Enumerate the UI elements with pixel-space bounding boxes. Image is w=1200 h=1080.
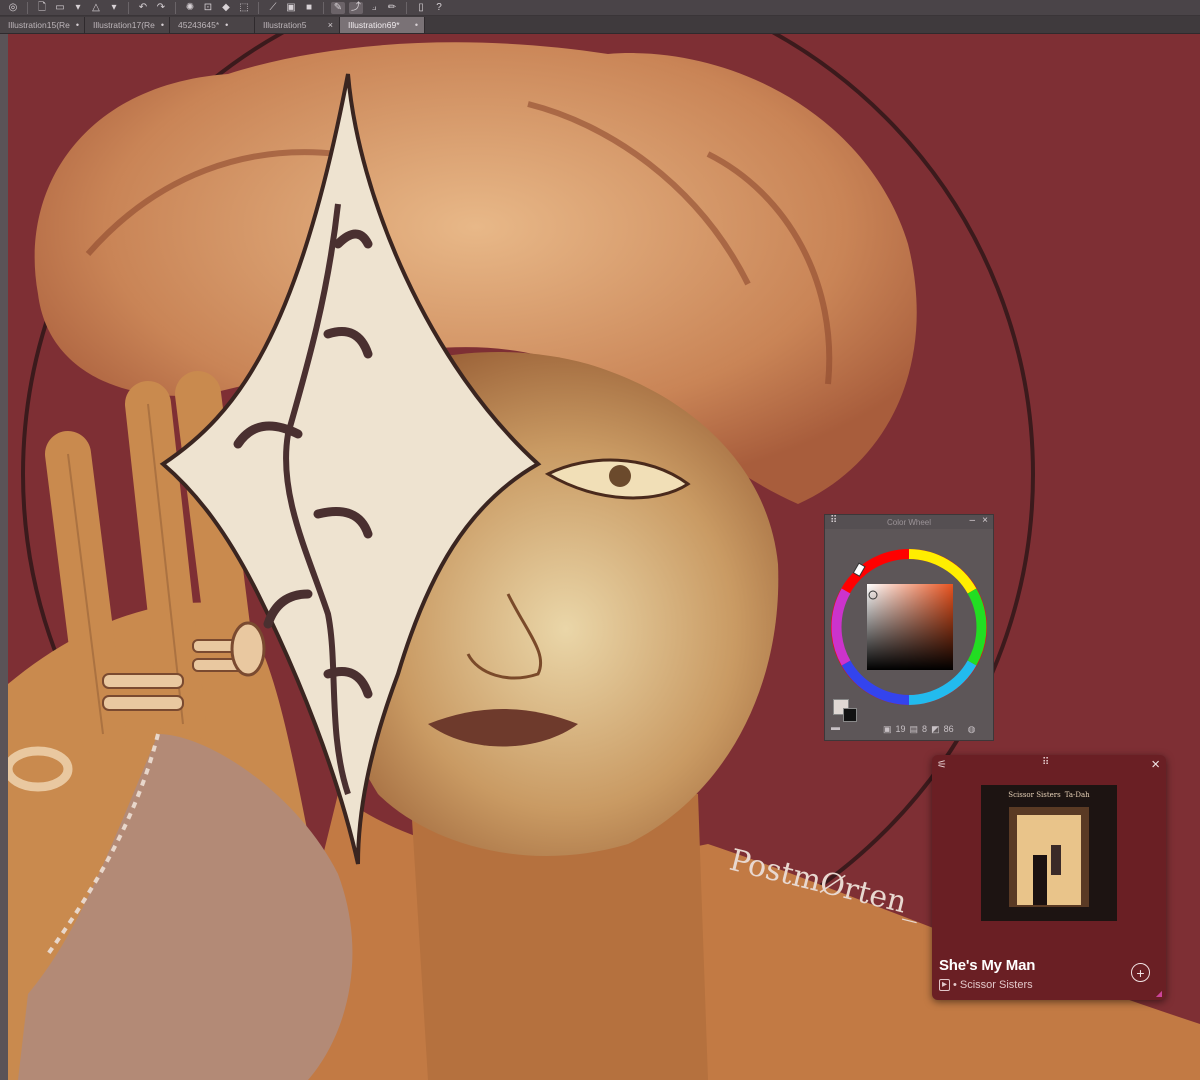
color-wheel-title: Color Wheel: [886, 517, 931, 527]
sat-icon: ▤: [909, 723, 919, 734]
curve-icon[interactable]: ⤴: [349, 1, 363, 14]
video-play-icon[interactable]: ▸: [939, 979, 951, 991]
plus-icon: +: [1136, 964, 1145, 981]
dropdown-icon[interactable]: ▾: [107, 2, 121, 14]
stroke-icon[interactable]: ⟋: [266, 2, 280, 14]
artist-name[interactable]: Scissor Sisters: [960, 979, 1033, 991]
minimize-icon[interactable]: –: [969, 515, 975, 526]
tab-close-icon[interactable]: •: [76, 20, 79, 30]
hue-ring-green: [967, 588, 987, 666]
undo-icon[interactable]: ↶: [136, 2, 150, 14]
tab-close-icon[interactable]: •: [415, 20, 418, 30]
ring-shape: [102, 673, 184, 689]
tab-close-icon[interactable]: •: [225, 20, 228, 30]
tab-document-4[interactable]: Illustration69* •: [340, 17, 425, 33]
album-title: Ta-Dah: [1065, 791, 1090, 799]
select-icon[interactable]: ⬚: [237, 2, 251, 14]
drag-handle-icon[interactable]: ⠿: [1042, 757, 1049, 768]
song-title: She's My Man: [939, 957, 1036, 974]
music-player-widget[interactable]: ⚟ ⠿ × Scissor Sisters Ta-Dah She's My Man…: [932, 755, 1166, 1000]
tab-close-icon[interactable]: ×: [328, 20, 333, 30]
loading-icon[interactable]: ✺: [183, 2, 197, 14]
fill-icon[interactable]: ◆: [219, 2, 233, 14]
toolbar-separator: [27, 1, 28, 14]
tab-label: Illustration69*: [348, 20, 400, 30]
toolbar-separator: [406, 1, 407, 14]
settings-sliders-icon[interactable]: ⚟: [937, 758, 947, 771]
tab-label: Illustration5: [263, 20, 307, 30]
toolbar-separator: [323, 1, 324, 14]
dropdown-icon[interactable]: ▾: [71, 2, 85, 14]
phone-icon[interactable]: ▯: [414, 2, 428, 14]
sub-color-swatch[interactable]: [843, 708, 857, 722]
close-icon[interactable]: ×: [982, 515, 988, 526]
new-file-icon[interactable]: 🗋: [35, 2, 49, 14]
left-panel-edge[interactable]: [0, 34, 8, 1080]
color-wheel-titlebar[interactable]: ⠿ Color Wheel – ×: [825, 515, 993, 529]
tab-label: Illustration15(Re: [8, 20, 70, 30]
help-icon[interactable]: ?: [432, 2, 446, 14]
tab-label: 45243645*: [178, 20, 220, 30]
value-c: 86: [943, 724, 954, 734]
resize-handle-icon[interactable]: ◢: [1156, 989, 1162, 998]
tab-document-0[interactable]: Illustration15(Re •: [0, 17, 85, 33]
color-wheel-widget[interactable]: [825, 535, 993, 715]
color-wheel-panel[interactable]: ⠿ Color Wheel – × ▣ 19 ▤ 8 ◩ 86 ◍ ▬: [824, 514, 994, 741]
eyedropper-icon[interactable]: ◍: [968, 724, 976, 735]
pencil-icon[interactable]: ✏: [385, 2, 399, 14]
value-b: 8: [922, 724, 928, 734]
album-art: Scissor Sisters Ta-Dah: [981, 785, 1117, 921]
close-icon[interactable]: ×: [1151, 756, 1160, 773]
figure-silhouette: [1033, 855, 1047, 905]
triangle-warning-icon[interactable]: △: [89, 2, 103, 14]
album-header: Scissor Sisters Ta-Dah: [1008, 791, 1090, 799]
bullet-separator: •: [953, 979, 957, 991]
open-folder-icon[interactable]: ▭: [53, 2, 67, 14]
redo-icon[interactable]: ↷: [154, 2, 168, 14]
app-logo-icon[interactable]: ◎: [6, 2, 20, 14]
player-topbar: ⚟ ⠿ ×: [932, 755, 1166, 777]
toolbar-separator: [258, 1, 259, 14]
ring-shape: [102, 695, 184, 711]
album-cover[interactable]: Scissor Sisters Ta-Dah: [981, 785, 1117, 921]
album-band-name: Scissor Sisters: [1008, 791, 1061, 799]
add-to-library-button[interactable]: +: [1131, 963, 1150, 982]
ring-gem-shape: [230, 621, 266, 677]
tab-document-3[interactable]: Illustration5 ×: [255, 17, 340, 33]
transparent-swatch-icon[interactable]: ▬: [831, 722, 840, 732]
tab-document-1[interactable]: Illustration17(Re •: [85, 17, 170, 33]
toolbar-separator: [128, 1, 129, 14]
hsv-mode-icon[interactable]: ▣: [883, 724, 892, 735]
saturation-value-shade: [867, 584, 953, 670]
artist-row: ▸ • Scissor Sisters: [939, 979, 1033, 991]
brightness-icon: ◩: [931, 723, 940, 734]
figure-small: [1051, 845, 1061, 875]
transform-icon[interactable]: ⊡: [201, 2, 215, 14]
color-values-row: ▣ 19 ▤ 8 ◩ 86 ◍: [825, 722, 993, 736]
hue-ring-magenta: [831, 588, 851, 666]
panel-grip-icon[interactable]: ⠿: [830, 515, 837, 526]
top-toolbar: ◎ 🗋 ▭ ▾ △ ▾ ↶ ↷ ✺ ⊡ ◆ ⬚ ⟋ ▣ ■ ✎ ⤴ ⟓ ✏ ▯ …: [0, 0, 1200, 16]
frame-icon[interactable]: ▣: [284, 2, 298, 14]
tab-close-icon[interactable]: •: [161, 20, 164, 30]
ruler-icon[interactable]: ⟓: [367, 2, 381, 14]
tab-document-2[interactable]: 45243645* •: [170, 17, 255, 33]
iris-shape: [609, 465, 631, 487]
square-icon[interactable]: ■: [302, 2, 316, 14]
document-tab-bar: Illustration15(Re • Illustration17(Re • 45…: [0, 16, 1200, 34]
value-a: 19: [895, 724, 906, 734]
pen-icon[interactable]: ✎: [331, 1, 345, 14]
tab-label: Illustration17(Re: [93, 20, 155, 30]
toolbar-separator: [175, 1, 176, 14]
elevator-interior: [1017, 815, 1081, 905]
